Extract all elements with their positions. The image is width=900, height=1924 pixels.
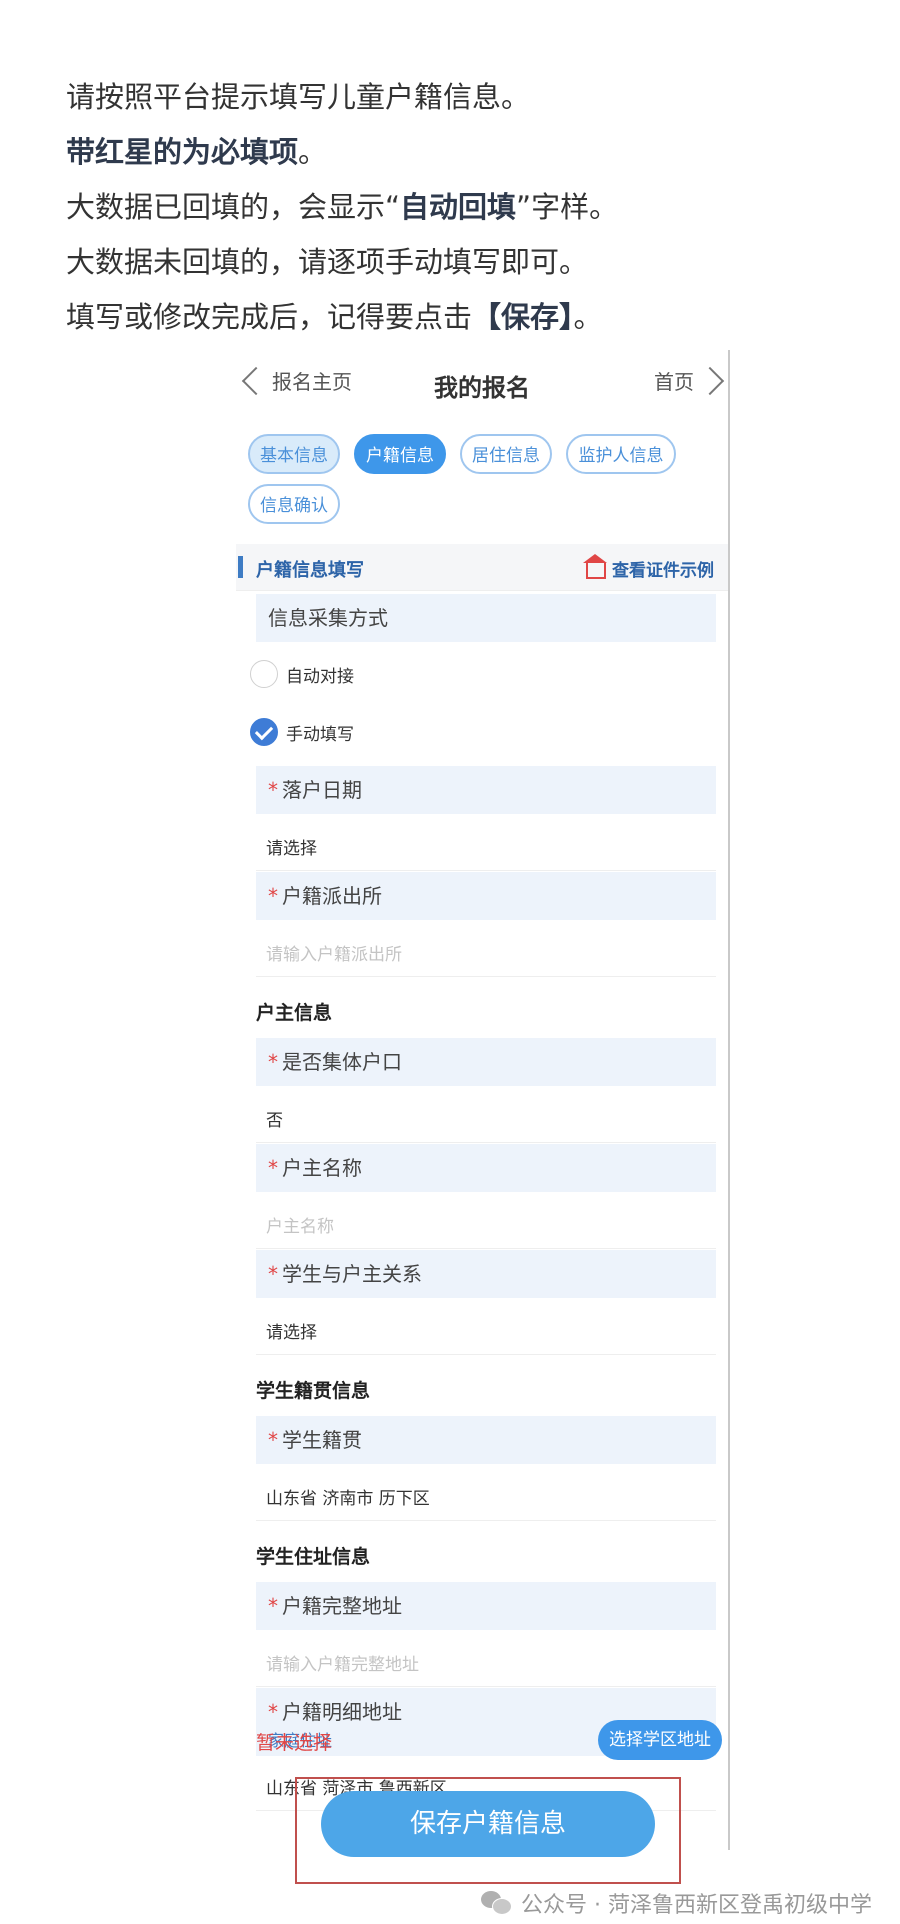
settle-date-picker[interactable]: 请选择: [266, 834, 317, 859]
label-text: 户主名称: [282, 1156, 362, 1180]
school-district-status: 暂未选择: [256, 1732, 333, 1754]
instruction-line-3: 大数据已回填的，会显示“自动回填”字样。: [66, 180, 866, 235]
required-star: *: [268, 778, 278, 802]
sample-link-label: 查看证件示例: [612, 561, 714, 581]
instruction-line-1: 请按照平台提示填写儿童户籍信息。: [66, 80, 531, 114]
radio-auto-label: 自动对接: [286, 666, 354, 687]
text: 填写或修改完成后，记得要点击: [66, 300, 473, 334]
required-star: *: [268, 1594, 278, 1618]
divider: [256, 1686, 716, 1687]
label-text: 户籍完整地址: [282, 1594, 402, 1618]
section-title: 户籍信息填写: [256, 560, 364, 581]
divider: [256, 870, 716, 871]
police-station-input[interactable]: 请输入户籍派出所: [266, 940, 402, 965]
householder-group-title: 户主信息: [256, 1002, 333, 1024]
radio-circle: [250, 660, 278, 688]
save-household-button[interactable]: 保存户籍信息: [321, 1791, 655, 1857]
required-star: *: [268, 1262, 278, 1286]
radio-manual-label: 手动填写: [286, 724, 354, 745]
required-star: *: [268, 1050, 278, 1074]
divider: [256, 1520, 716, 1521]
required-star: *: [268, 884, 278, 908]
label-text: 是否集体户口: [282, 1050, 402, 1074]
text: ”字样。: [516, 190, 619, 224]
punct: 。: [298, 135, 328, 169]
relation-label: * 学生与户主关系: [256, 1250, 716, 1298]
view-sample-link[interactable]: 查看证件示例: [583, 553, 714, 581]
instructions: 请按照平台提示填写儿童户籍信息。 带红星的为必填项。 大数据已回填的，会显示“自…: [66, 70, 866, 345]
divider: [256, 976, 716, 977]
required-star: *: [268, 1700, 278, 1724]
relation-picker[interactable]: 请选择: [266, 1318, 317, 1343]
required-star: *: [268, 1428, 278, 1452]
collective-picker[interactable]: 否: [266, 1106, 283, 1131]
section-accent-bar: [238, 556, 243, 578]
radio-auto[interactable]: 自动对接: [250, 660, 354, 688]
divider: [256, 1142, 716, 1143]
tab-household-info[interactable]: 户籍信息: [354, 434, 446, 474]
tab-residence-info[interactable]: 居住信息: [460, 434, 552, 474]
tab-confirm-info[interactable]: 信息确认: [248, 484, 340, 524]
select-school-district-button[interactable]: 选择学区地址: [598, 1720, 722, 1760]
collect-method-label: 信息采集方式: [256, 594, 716, 642]
instruction-line-5: 填写或修改完成后，记得要点击【保存】。: [66, 290, 866, 345]
save-hint: 【保存】: [472, 300, 574, 334]
instruction-line-2: 带红星的为必填项。: [66, 125, 866, 180]
full-address-label: * 户籍完整地址: [256, 1582, 716, 1630]
label-text: 学生与户主关系: [282, 1262, 422, 1286]
home-label: 首页: [654, 370, 694, 394]
label-text: 户籍明细地址: [282, 1700, 402, 1724]
radio-manual[interactable]: 手动填写: [250, 718, 354, 746]
chevron-right-icon: [695, 366, 725, 395]
tab-guardian-info[interactable]: 监护人信息: [566, 434, 676, 474]
phone-screen: 报名主页 我的报名 首页 基本信息 户籍信息 居住信息 监护人信息 信息确认 户…: [236, 350, 730, 1850]
police-station-label: * 户籍派出所: [256, 872, 716, 920]
required-hint: 带红星的为必填项: [66, 135, 299, 169]
collective-label: * 是否集体户口: [256, 1038, 716, 1086]
label-text: 户籍派出所: [282, 884, 382, 908]
origin-label: * 学生籍贯: [256, 1416, 716, 1464]
instruction-line-4: 大数据未回填的，请逐项手动填写即可。: [66, 245, 589, 279]
tab-basic-info[interactable]: 基本信息: [248, 434, 340, 474]
divider: [256, 1248, 716, 1249]
footer-watermark: 公众号 · 菏泽鲁西新区登禹初级中学: [481, 1887, 872, 1919]
text: 大数据已回填的，会显示“: [66, 190, 401, 224]
label-text: 学生籍贯: [282, 1428, 362, 1452]
section-header: 户籍信息填写 查看证件示例: [236, 544, 728, 591]
home-button[interactable]: 首页: [654, 366, 725, 395]
householder-name-label: * 户主名称: [256, 1144, 716, 1192]
footer-text: 公众号 · 菏泽鲁西新区登禹初级中学: [521, 1893, 872, 1918]
required-star: *: [268, 1156, 278, 1180]
origin-group-title: 学生籍贯信息: [256, 1380, 371, 1402]
auto-fill-hint: 自动回填: [400, 190, 517, 224]
label-text: 落户日期: [282, 778, 362, 802]
save-highlight: 保存户籍信息: [295, 1777, 681, 1884]
checkmark-icon: [250, 718, 278, 746]
settle-date-label: * 落户日期: [256, 766, 716, 814]
origin-picker[interactable]: 山东省 济南市 历下区: [266, 1484, 430, 1509]
householder-name-input[interactable]: 户主名称: [266, 1212, 334, 1237]
nav-bar: 报名主页 我的报名 首页: [236, 350, 728, 420]
house-icon: [583, 553, 607, 579]
address-group-title: 学生住址信息: [256, 1546, 371, 1568]
wechat-icon: [481, 1891, 513, 1915]
text: 。: [573, 300, 603, 334]
divider: [256, 1354, 716, 1355]
full-address-input[interactable]: 请输入户籍完整地址: [266, 1650, 419, 1675]
